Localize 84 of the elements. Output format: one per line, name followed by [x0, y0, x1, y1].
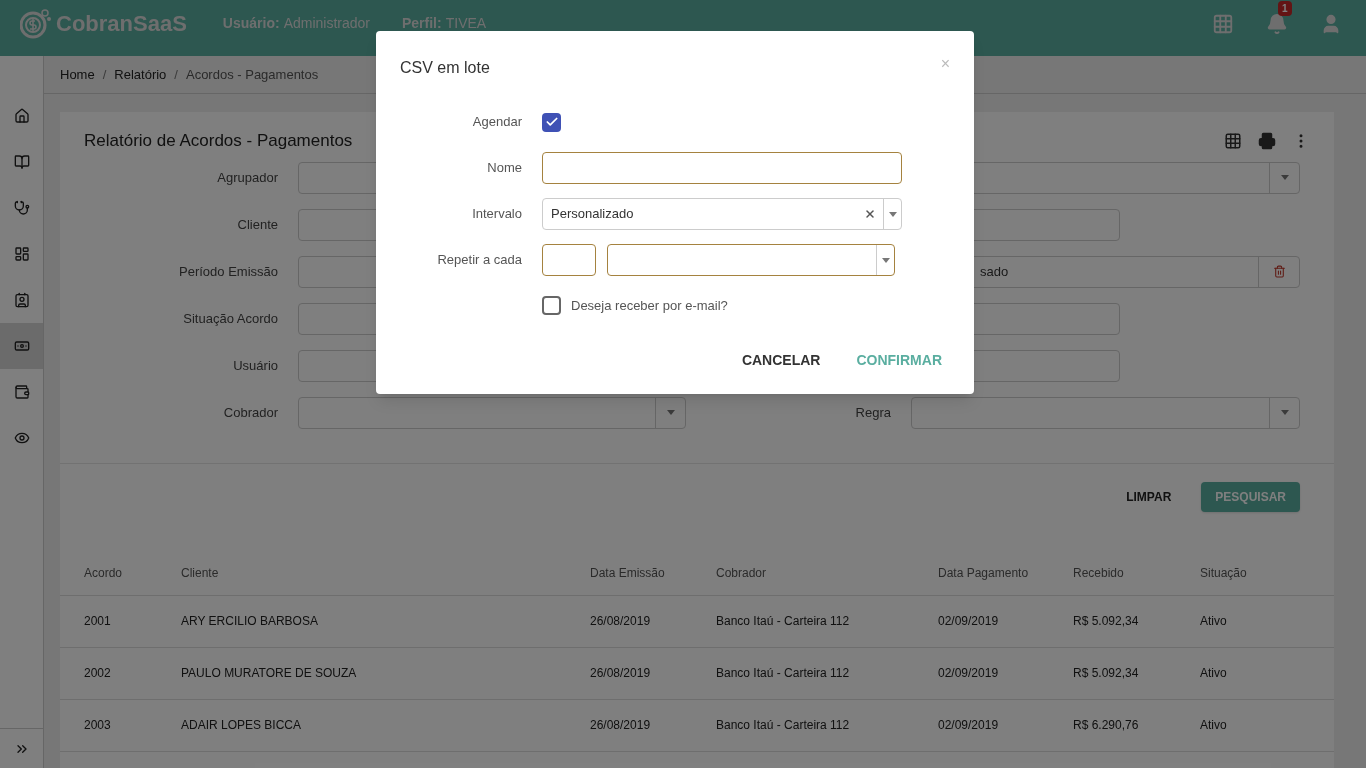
checkbox[interactable] [542, 112, 561, 132]
book-icon [13, 154, 30, 170]
breadcrumb-link[interactable]: Relatório [114, 64, 167, 85]
column-header: Cobrador [716, 566, 767, 580]
select-field[interactable] [911, 396, 1300, 429]
notification-badge: 1 [1278, 0, 1292, 16]
print-icon[interactable] [1258, 131, 1276, 150]
wallet-icon [13, 384, 30, 400]
field-label: Agendar [471, 113, 522, 132]
money-icon [13, 338, 30, 354]
app-logo-text: CobranSaaS [56, 10, 187, 38]
dashboard-icon [13, 246, 30, 262]
table-cell: 02/09/2019 [938, 614, 999, 628]
field-label: Nome [486, 159, 522, 178]
trash-icon[interactable] [1272, 265, 1286, 278]
table-cell: 26/08/2019 [590, 614, 651, 628]
coin-logo-icon [20, 8, 52, 39]
select-field[interactable] [607, 244, 895, 276]
table-cell: Ativo [1200, 666, 1227, 680]
column-header: Cliente [181, 566, 219, 580]
column-header: Data Emissão [590, 566, 665, 580]
table-cell: R$ 6.290,76 [1073, 718, 1139, 732]
filter-label: Usuário [233, 357, 278, 373]
table-cell: 02/09/2019 [938, 718, 999, 732]
profile-label: Perfil: [402, 14, 442, 33]
cancel-button[interactable]: CANCELAR [729, 342, 833, 378]
caret-icon [1280, 410, 1289, 415]
column-header: Data Pagamento [938, 566, 1029, 580]
field-label: Repetir a cada [436, 251, 522, 270]
user-label: Usuário: [222, 14, 280, 33]
contact-card-icon [13, 292, 30, 308]
caret-icon [1280, 175, 1289, 180]
table-cell: 26/08/2019 [590, 666, 651, 680]
filter-label: Agrupador [217, 169, 278, 185]
caret-icon [881, 257, 890, 263]
breadcrumb-link[interactable]: Home [60, 64, 95, 85]
clear-button[interactable]: LIMPAR [1112, 481, 1186, 512]
column-header: Situação [1200, 566, 1247, 580]
table-cell: Banco Itaú - Carteira 112 [716, 718, 850, 732]
filter-label: Situação Acordo [183, 310, 278, 326]
field-label: Intervalo [471, 205, 522, 224]
table-cell: R$ 5.092,34 [1073, 666, 1139, 680]
table-cell: PAULO MURATORE DE SOUZA [181, 666, 357, 680]
table-cell: 2002 [84, 666, 111, 680]
profile-name: TIVEA [445, 14, 487, 33]
column-header: Acordo [84, 566, 123, 580]
table-cell: Ativo [1200, 614, 1227, 628]
table-cell: Banco Itaú - Carteira 112 [716, 666, 850, 680]
user-name: Administrador [283, 14, 370, 33]
card-title: Relatório de Acordos - Pagamentos [84, 130, 353, 152]
filter-label: Regra [855, 404, 891, 420]
home-icon [13, 108, 30, 124]
filter-label: Cobrador [223, 404, 278, 420]
table-cell: Ativo [1200, 718, 1227, 732]
select-field[interactable]: Personalizado [542, 198, 902, 230]
check-icon [544, 115, 559, 129]
table-cell: Banco Itaú - Carteira 112 [716, 614, 850, 628]
filter-label: Cliente [237, 216, 278, 232]
name-input[interactable] [542, 152, 902, 184]
checkbox[interactable] [542, 296, 561, 316]
table-cell: ARY ERCILIO BARBOSA [181, 614, 318, 628]
filter-label: Período Emissão [179, 263, 278, 279]
table-cell: R$ 5.092,34 [1073, 614, 1139, 628]
stethoscope-icon [13, 200, 30, 216]
confirm-button[interactable]: CONFIRMAR [844, 342, 954, 378]
table-cell: 02/09/2019 [938, 666, 999, 680]
notifications-button[interactable] [1266, 12, 1288, 35]
table-cell: 2003 [84, 718, 111, 732]
clear-icon[interactable] [864, 208, 876, 220]
columns-grid-icon[interactable] [1224, 131, 1242, 150]
breadcrumb-separator: / [102, 65, 107, 84]
column-header: Recebido [1073, 566, 1124, 580]
breadcrumb-separator: / [174, 65, 178, 84]
email-option-label: Deseja receber por e-mail? [571, 297, 728, 315]
table-cell: 2001 [84, 614, 111, 628]
caret-icon [888, 211, 897, 217]
eye-icon [13, 430, 30, 446]
caret-icon [666, 410, 675, 415]
dialog-title: CSV em lote [400, 58, 490, 78]
sidebar-item[interactable] [0, 323, 43, 369]
table-cell: ADAIR LOPES BICCA [181, 718, 302, 732]
table-cell: 26/08/2019 [590, 718, 651, 732]
number-input[interactable] [542, 244, 596, 276]
select-field[interactable] [298, 396, 686, 429]
